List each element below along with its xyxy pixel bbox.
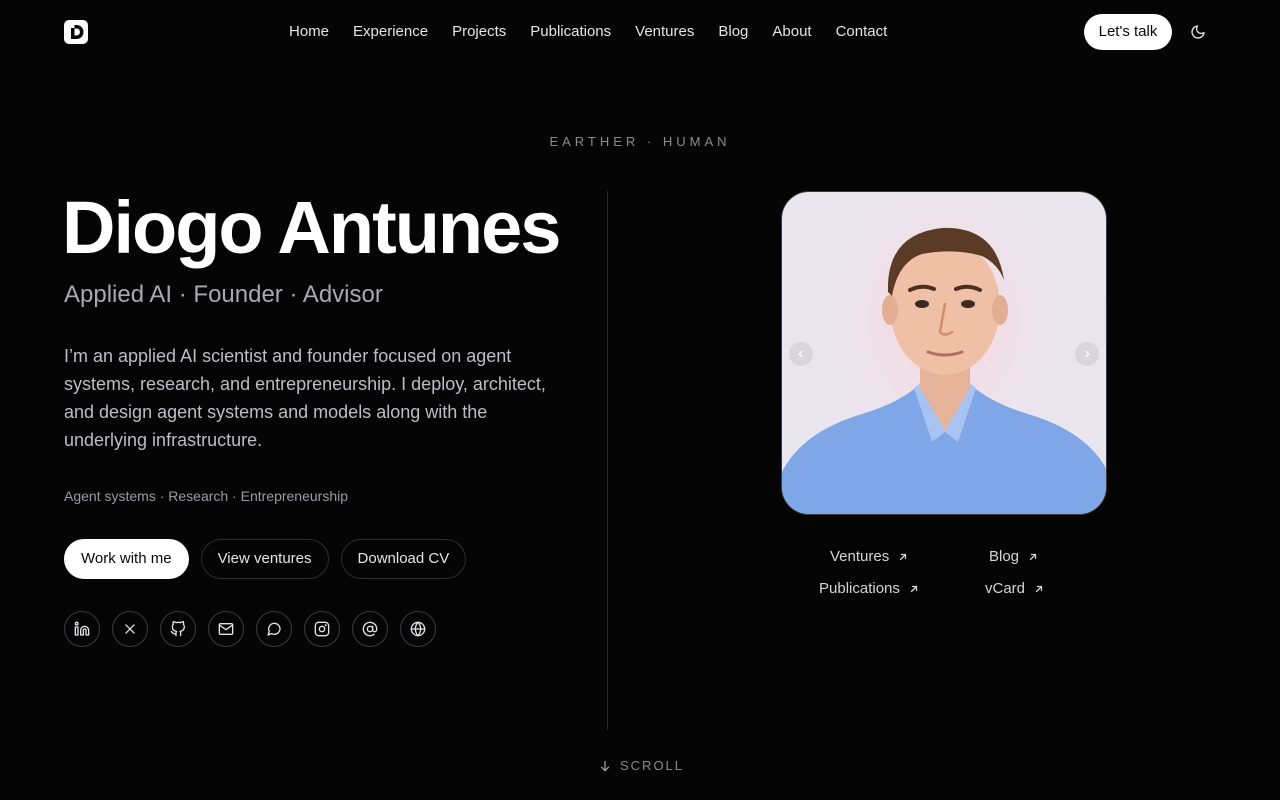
- github-link[interactable]: [160, 611, 196, 647]
- top-navbar: Home Experience Projects Publications Ve…: [0, 0, 1280, 64]
- logo-icon[interactable]: [64, 20, 88, 44]
- chat-icon: [267, 622, 281, 636]
- hero-tagline: Applied AI · Founder · Advisor: [64, 281, 383, 308]
- quick-link-ventures-label: Ventures: [830, 548, 890, 565]
- theme-toggle-button[interactable]: [1186, 20, 1210, 44]
- nav-link-contact[interactable]: Contact: [824, 20, 900, 44]
- chat-link[interactable]: [256, 611, 292, 647]
- hero-name: Diogo Antunes: [62, 186, 561, 269]
- arrow-up-right-icon: [1029, 553, 1037, 561]
- nav-link-experience[interactable]: Experience: [341, 20, 440, 44]
- carousel-prev-button[interactable]: [789, 342, 813, 366]
- arrow-down-icon: [600, 760, 610, 772]
- hero-actions: Work with me View ventures Download CV: [64, 539, 467, 579]
- linkedin-icon: [74, 621, 90, 636]
- arrow-up-right-icon: [1035, 585, 1043, 593]
- moon-icon: [1191, 25, 1205, 39]
- carousel-next-button[interactable]: [1075, 342, 1099, 366]
- lets-talk-button[interactable]: Let's talk: [1084, 14, 1172, 50]
- work-with-me-button[interactable]: Work with me: [64, 539, 189, 579]
- quick-link-publications-label: Publications: [819, 580, 900, 597]
- social-links: [64, 611, 436, 647]
- instagram-link[interactable]: [304, 611, 340, 647]
- instagram-icon: [314, 621, 330, 637]
- arrow-up-right-icon: [900, 553, 907, 561]
- chevron-left-icon: [798, 350, 803, 358]
- eyebrow-label: EARTHER · HUMAN: [549, 134, 731, 149]
- nav-link-projects[interactable]: Projects: [440, 20, 518, 44]
- primary-nav: Home Experience Projects Publications Ve…: [277, 20, 899, 44]
- scroll-indicator[interactable]: SCROLL: [598, 758, 684, 773]
- portrait-carousel: [781, 191, 1107, 515]
- quick-link-blog-label: Blog: [989, 548, 1020, 565]
- quick-link-ventures[interactable]: Ventures: [830, 541, 909, 573]
- view-ventures-button[interactable]: View ventures: [200, 539, 329, 579]
- x-icon: [125, 624, 135, 634]
- nav-link-home[interactable]: Home: [277, 20, 341, 44]
- hero-topics: Agent systems · Research · Entrepreneurs…: [64, 488, 349, 504]
- nav-link-ventures[interactable]: Ventures: [623, 20, 706, 44]
- arrow-up-right-icon: [910, 585, 918, 593]
- linkedin-link[interactable]: [64, 611, 100, 647]
- x-link[interactable]: [112, 611, 148, 647]
- nav-link-blog[interactable]: Blog: [706, 20, 760, 44]
- quick-link-publications[interactable]: Publications: [819, 573, 920, 605]
- portrait-photo: [782, 227, 1106, 514]
- hero-bio: I’m an applied AI scientist and founder …: [64, 346, 546, 450]
- mail-icon: [218, 623, 234, 635]
- download-cv-button[interactable]: Download CV: [340, 539, 467, 579]
- quick-link-blog[interactable]: Blog: [989, 541, 1039, 573]
- quick-link-vcard-label: vCard: [985, 580, 1026, 597]
- vertical-divider: [607, 191, 608, 730]
- scroll-label: SCROLL: [620, 758, 685, 773]
- threads-link[interactable]: [352, 611, 388, 647]
- globe-icon: [410, 621, 426, 637]
- github-icon: [170, 621, 185, 637]
- at-sign-icon: [362, 621, 378, 637]
- nav-link-about[interactable]: About: [760, 20, 823, 44]
- quick-link-vcard[interactable]: vCard: [985, 573, 1045, 605]
- chevron-right-icon: [1085, 350, 1090, 358]
- email-link[interactable]: [208, 611, 244, 647]
- website-link[interactable]: [400, 611, 436, 647]
- nav-link-publications[interactable]: Publications: [518, 20, 623, 44]
